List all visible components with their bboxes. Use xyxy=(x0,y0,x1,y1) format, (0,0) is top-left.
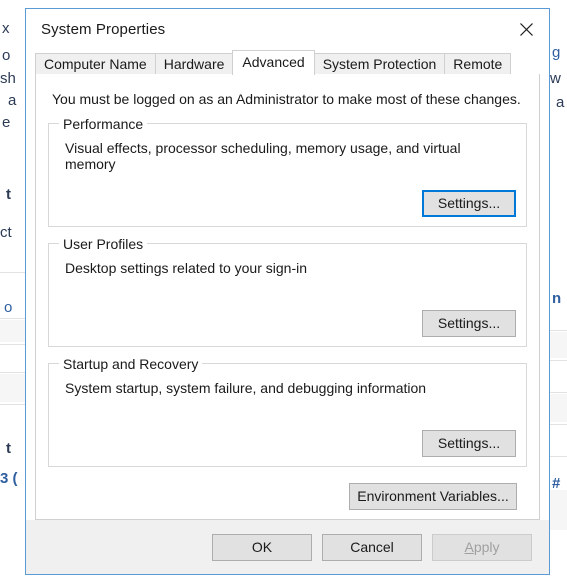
background-rule xyxy=(0,318,25,319)
administrator-note: You must be logged on as an Administrato… xyxy=(52,91,521,107)
background-text-fragment: n xyxy=(552,290,562,307)
background-rule xyxy=(0,372,25,373)
ok-button[interactable]: OK xyxy=(212,533,312,561)
group-box-description: Desktop settings related to your sign-in xyxy=(65,260,308,276)
group-box-legend: Performance xyxy=(59,116,148,132)
background-band xyxy=(550,490,567,530)
tab-page-advanced: You must be logged on as an Administrato… xyxy=(35,73,540,520)
background-rule xyxy=(550,330,567,331)
dialog-titlebar: System Properties xyxy=(26,9,549,50)
background-text-fragment: ct xyxy=(0,224,12,241)
group-box: Performance Visual effects, processor sch… xyxy=(48,116,527,227)
system-properties-dialog: System Properties Computer Name Hardware A… xyxy=(25,8,550,575)
dialog-title: System Properties xyxy=(41,21,166,38)
group-box-description: Visual effects, processor scheduling, me… xyxy=(65,140,461,172)
group-box-list: Performance Visual effects, processor sch… xyxy=(48,116,527,467)
group-box-description: System startup, system failure, and debu… xyxy=(65,380,427,396)
background-text-fragment: x xyxy=(2,20,10,37)
background-band xyxy=(550,394,567,422)
background-text-fragment: a xyxy=(8,92,17,109)
settings-button[interactable]: Settings... xyxy=(422,430,516,457)
background-text-fragment: # xyxy=(552,475,561,492)
background-rule xyxy=(550,392,567,393)
close-icon[interactable] xyxy=(503,9,549,50)
background-rule xyxy=(0,344,25,345)
settings-button[interactable]: Settings... xyxy=(422,310,516,337)
dialog-body: Computer Name Hardware Advanced System Prot… xyxy=(26,50,549,520)
apply-accesskey: A xyxy=(464,538,474,555)
group-box-legend: Startup and Recovery xyxy=(59,356,203,372)
environment-variables-button[interactable]: Environment Variables... xyxy=(349,483,517,510)
dialog-footer: OK Cancel Apply xyxy=(26,520,549,574)
background-text-fragment: e xyxy=(2,114,11,131)
background-rule xyxy=(0,404,25,405)
settings-button[interactable]: Settings... xyxy=(422,190,516,217)
background-text-fragment: o xyxy=(2,47,11,64)
tab-advanced[interactable]: Advanced xyxy=(232,50,315,75)
background-rule xyxy=(0,272,25,273)
background-text-fragment: w xyxy=(550,70,561,87)
background-rule xyxy=(550,456,567,457)
tab-remote[interactable]: Remote xyxy=(444,53,512,74)
group-box: Startup and Recovery System startup, syst… xyxy=(48,356,527,467)
tab-system-protection[interactable]: System Protection xyxy=(313,53,446,74)
background-text-fragment: g xyxy=(552,44,561,61)
background-text-fragment: a xyxy=(556,94,565,111)
tab-hardware[interactable]: Hardware xyxy=(154,53,234,74)
apply-button[interactable]: Apply xyxy=(432,533,532,561)
background-text-fragment: t xyxy=(6,186,11,203)
background-rule xyxy=(550,424,567,425)
tab-strip: Computer Name Hardware Advanced System Prot… xyxy=(26,50,549,75)
cancel-button[interactable]: Cancel xyxy=(322,533,422,561)
background-text-fragment: o xyxy=(4,299,13,316)
group-box: User Profiles Desktop settings related to… xyxy=(48,236,527,347)
background-band xyxy=(0,320,25,342)
group-box-legend: User Profiles xyxy=(59,236,148,252)
apply-label-rest: pply xyxy=(473,538,500,555)
background-band xyxy=(550,332,567,358)
background-text-fragment: t xyxy=(6,440,11,457)
tab-computer-name[interactable]: Computer Name xyxy=(35,53,156,74)
background-band xyxy=(0,374,25,402)
environment-variables-row: Environment Variables... xyxy=(48,483,527,510)
background-text-fragment: sh xyxy=(0,70,16,87)
background-rule xyxy=(550,360,567,361)
background-text-fragment: 3 ( xyxy=(0,470,18,487)
